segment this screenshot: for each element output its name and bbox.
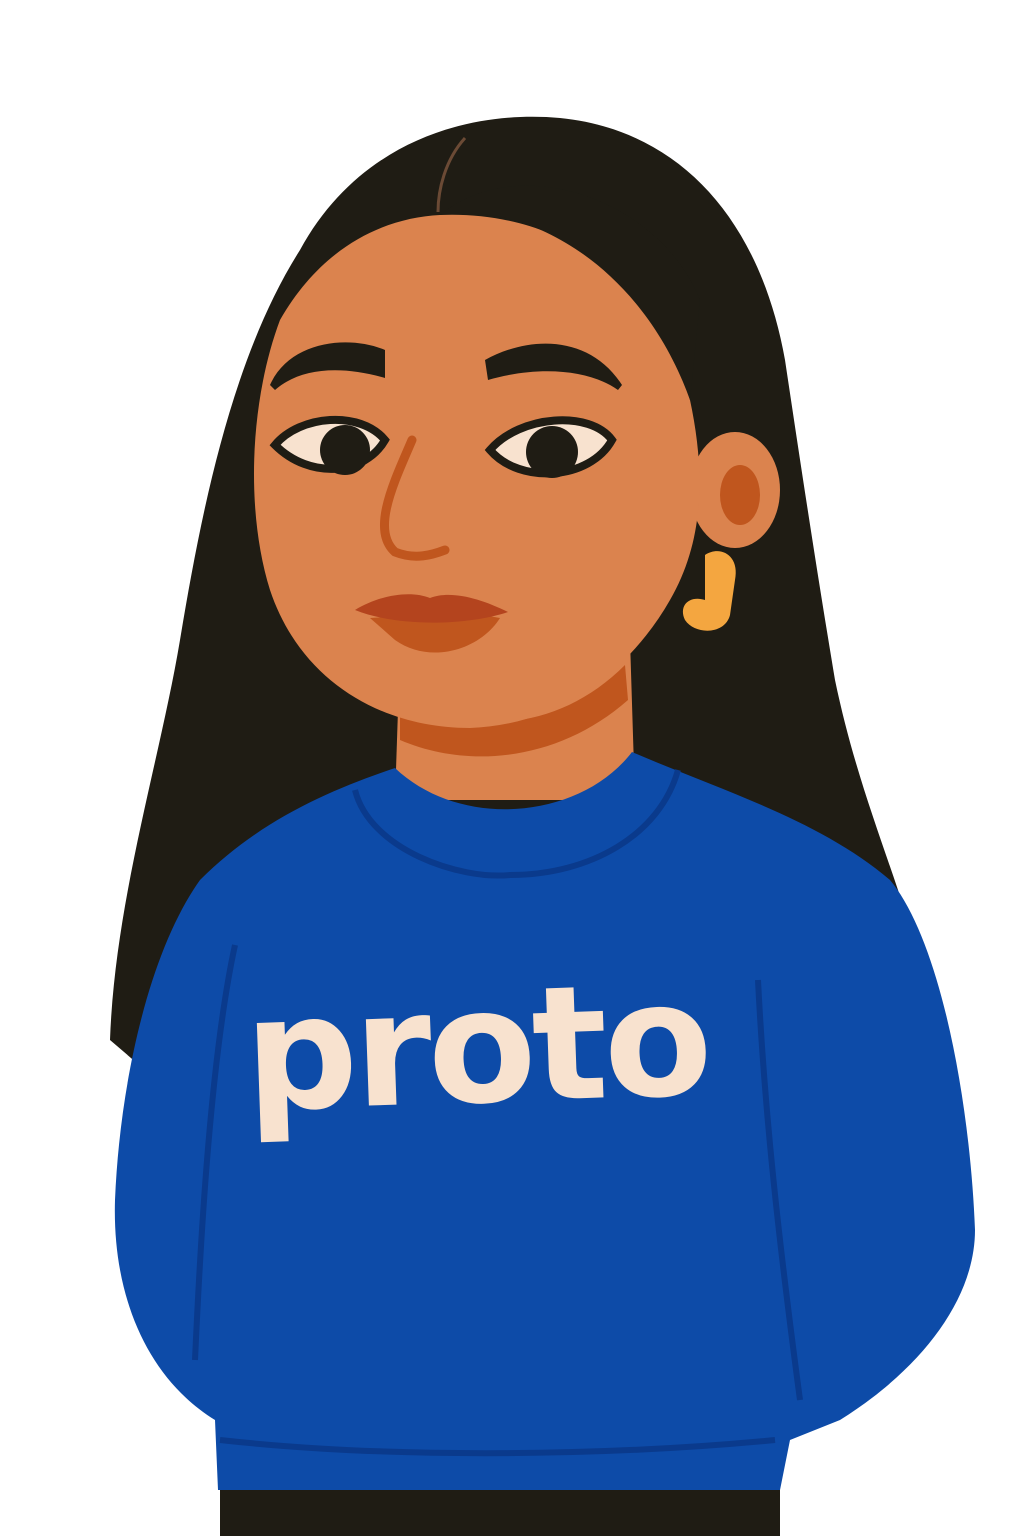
left-pupil (320, 425, 370, 475)
ear-inner (720, 465, 760, 525)
avatar-illustration: proto (110, 116, 976, 1536)
shirt-logo-text: proto (242, 948, 712, 1148)
right-pupil (526, 426, 578, 478)
